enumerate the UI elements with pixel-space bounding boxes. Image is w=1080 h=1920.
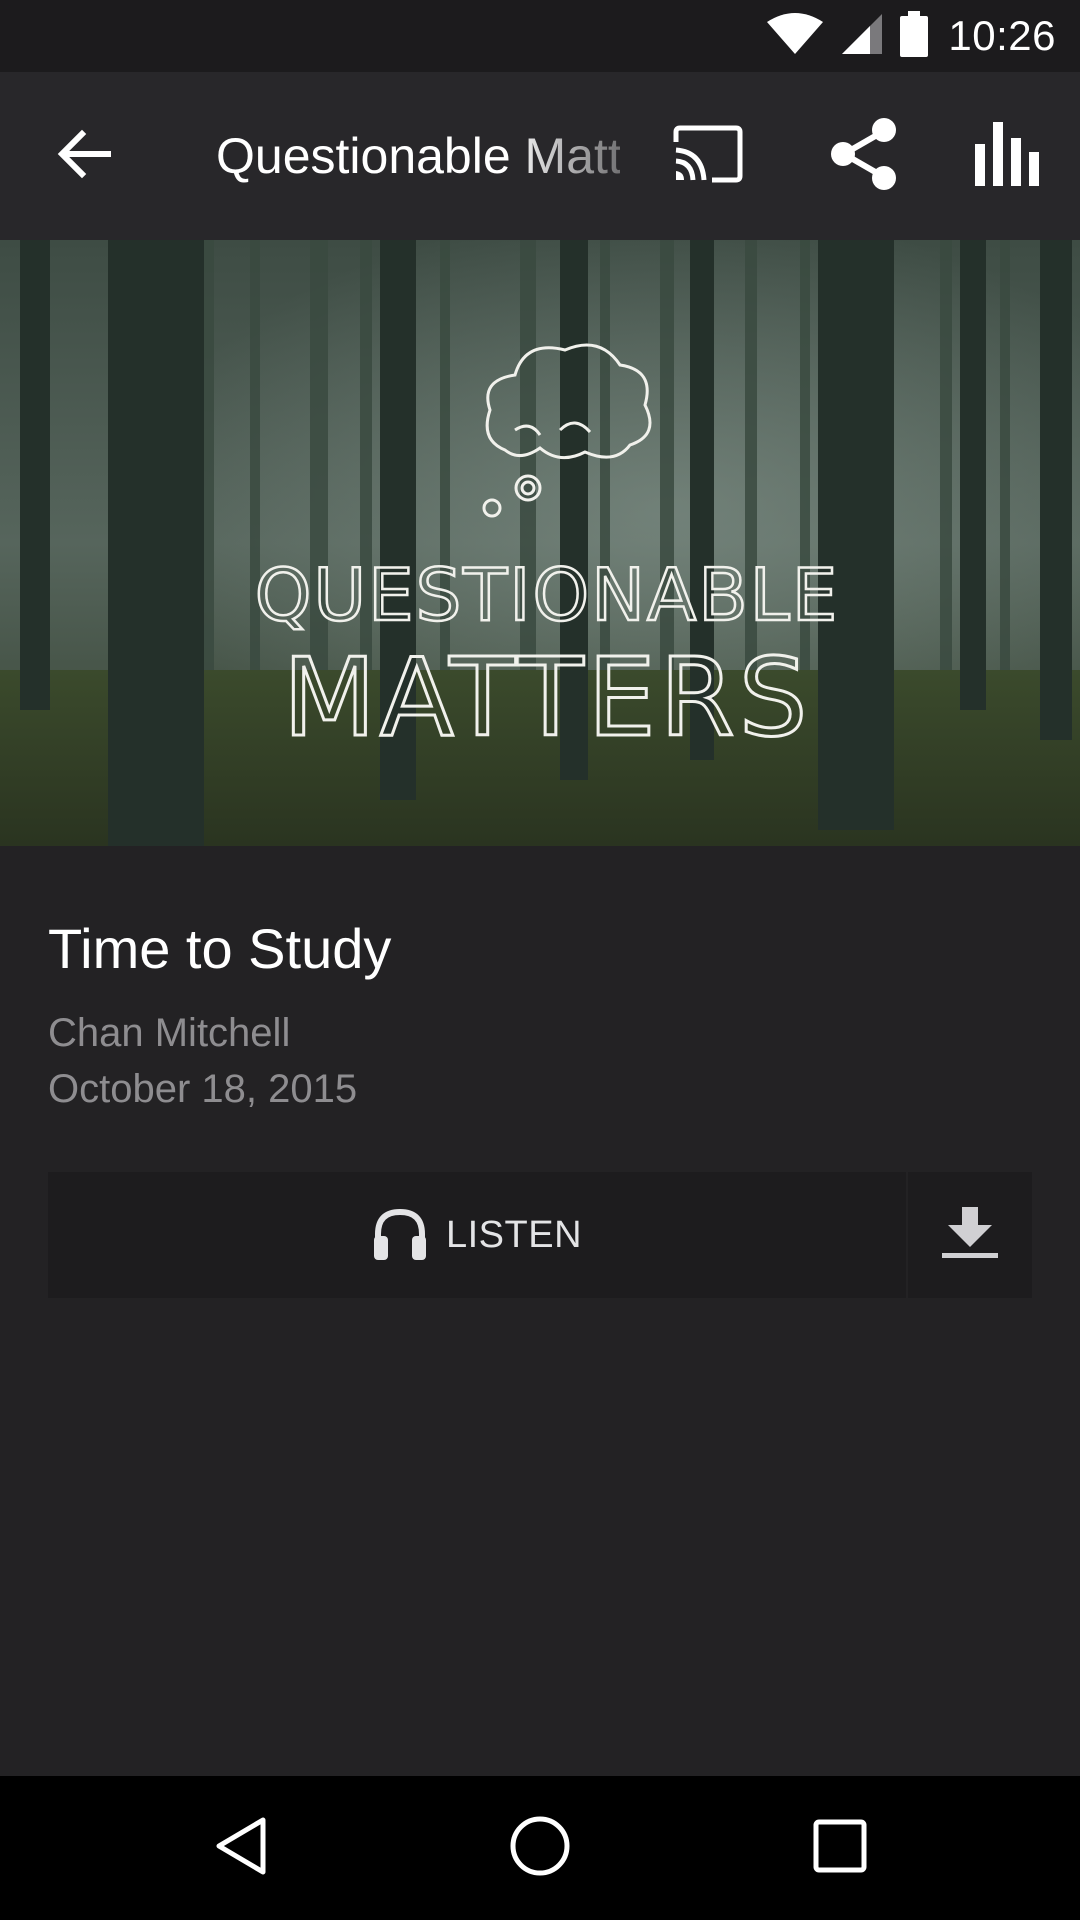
status-icons: 10:26	[766, 0, 1056, 72]
share-button[interactable]	[820, 112, 908, 200]
home-circle-icon	[509, 1815, 571, 1882]
nav-home-button[interactable]	[495, 1808, 585, 1888]
cast-button[interactable]	[664, 112, 752, 200]
back-arrow-icon	[56, 129, 112, 184]
podcast-artwork: QUESTIONABLE MATTERS	[0, 240, 1080, 846]
cast-icon	[672, 124, 744, 189]
download-icon	[940, 1206, 1000, 1264]
toolbar-title: Questionable Matters	[216, 128, 620, 184]
episode-author: Chan Mitchell	[48, 1011, 291, 1055]
episode-date: October 18, 2015	[48, 1067, 358, 1111]
headphones-icon	[372, 1206, 428, 1265]
back-button[interactable]	[40, 116, 128, 196]
back-triangle-icon	[213, 1816, 269, 1881]
battery-icon	[900, 10, 929, 62]
artwork-title-line2: MATTERS	[283, 636, 812, 761]
artwork-title-line1: QUESTIONABLE	[255, 553, 840, 637]
wifi-icon	[766, 12, 824, 61]
toolbar: Questionable Matters	[0, 72, 1080, 240]
equalizer-icon	[973, 121, 1043, 191]
navigation-bar	[0, 1776, 1080, 1920]
nav-recents-button[interactable]	[795, 1808, 885, 1888]
download-button[interactable]	[908, 1172, 1032, 1298]
listen-button[interactable]: LISTEN	[48, 1172, 906, 1298]
equalizer-button[interactable]	[964, 112, 1052, 200]
cell-signal-icon	[840, 12, 884, 61]
recents-square-icon	[813, 1819, 867, 1878]
status-time: 10:26	[948, 12, 1056, 59]
episode-title: Time to Study	[48, 917, 392, 980]
listen-label: LISTEN	[445, 1213, 583, 1256]
nav-back-button[interactable]	[196, 1808, 286, 1888]
share-icon	[828, 117, 900, 196]
status-bar: 10:26	[0, 0, 1080, 72]
